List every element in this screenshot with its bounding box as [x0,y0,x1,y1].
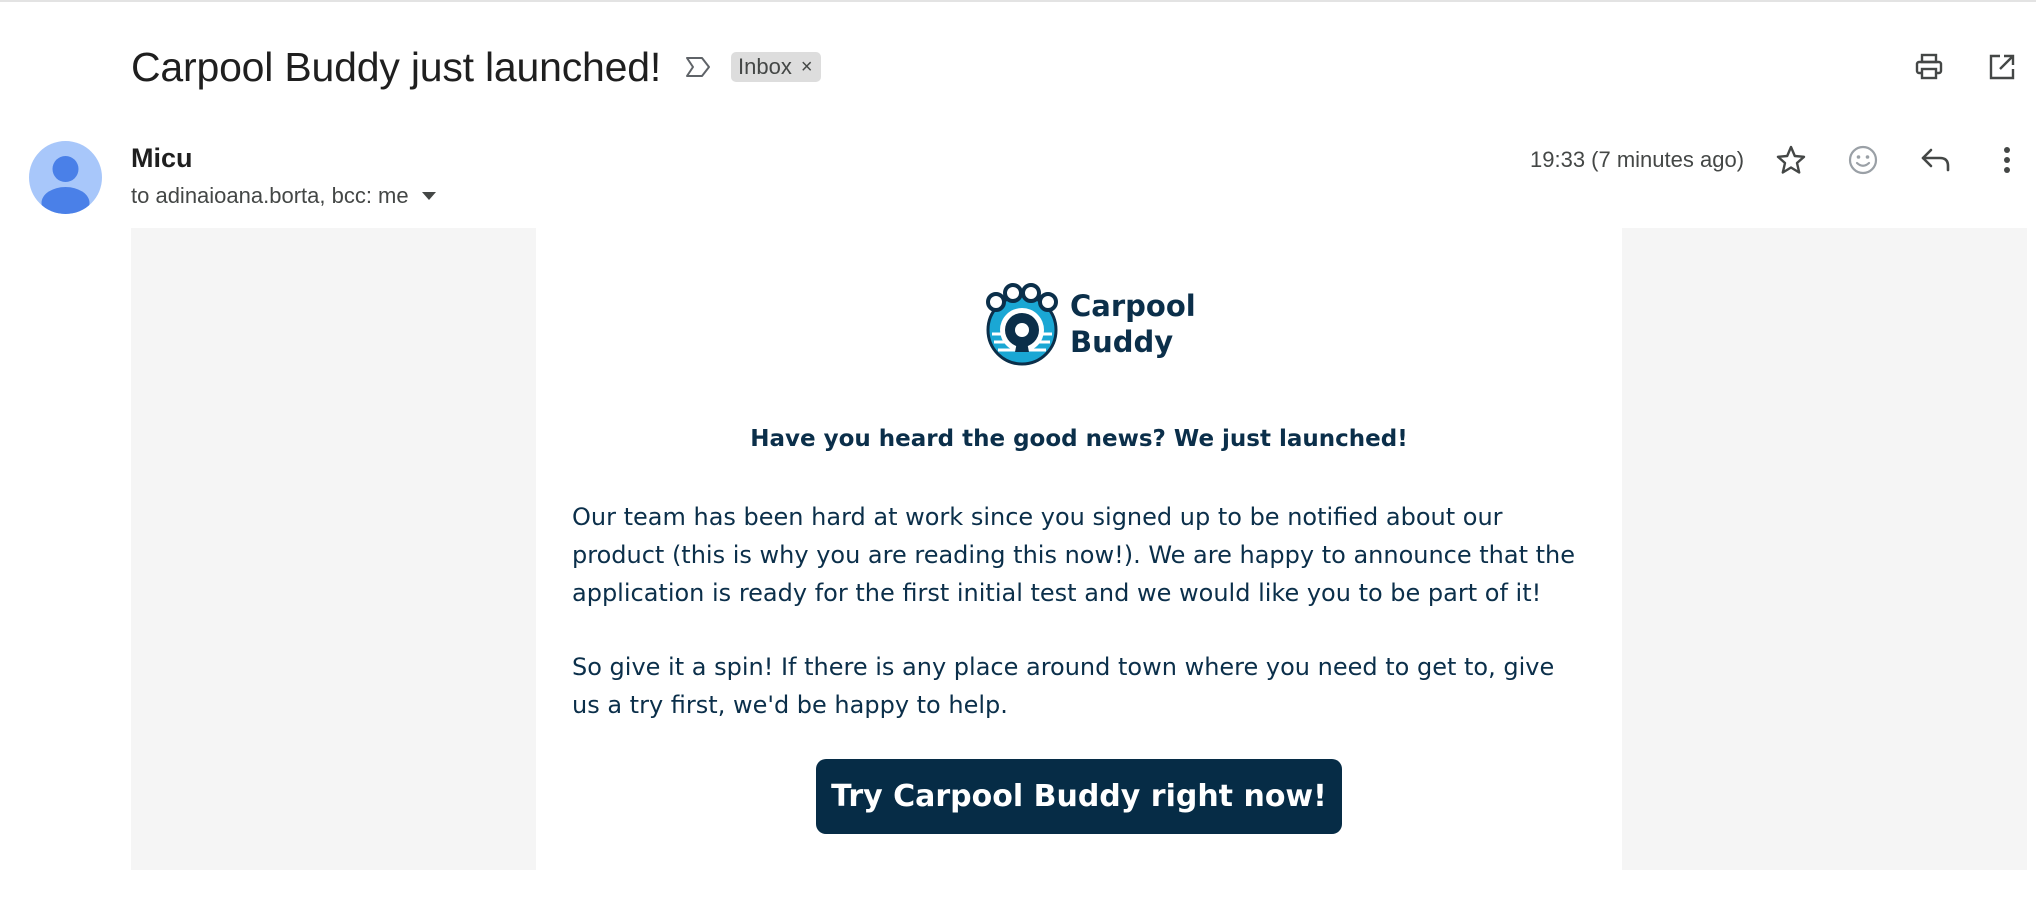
sender-avatar[interactable] [29,141,102,214]
email-subject: Carpool Buddy just launched! [131,43,662,90]
emoji-reaction-icon[interactable] [1843,140,1883,180]
try-carpool-buddy-button[interactable]: Try Carpool Buddy right now! [816,759,1342,834]
thread-actions [1906,47,2036,87]
email-view: Carpool Buddy just launched! Inbox × Mic… [0,0,2036,909]
body-paragraph-1: Our team has been hard at work since you… [572,503,1576,607]
reply-icon[interactable] [1916,140,1956,180]
logo-wordmark: Carpool Buddy [1070,288,1196,360]
dropdown-arrow-icon[interactable] [419,186,439,206]
recipients-text: to adinaioana.borta, bcc: me [131,183,409,208]
sender-name[interactable]: Micu [131,143,193,174]
more-options-icon[interactable] [1987,140,2027,180]
carpool-buddy-logo-icon [986,283,1058,366]
avatar-person-icon [41,156,90,214]
inbox-label-chip[interactable]: Inbox × [731,52,821,82]
label-chip-text: Inbox [738,54,792,79]
subject-row: Carpool Buddy just launched! Inbox × [131,38,821,96]
logo-line-2: Buddy [1070,325,1174,359]
carpool-buddy-logo[interactable]: Carpool Buddy [980,280,1196,368]
remove-label-button[interactable]: × [801,56,813,79]
message-timestamp: 19:33 (7 minutes ago) [1530,147,1745,172]
email-body-card: Carpool Buddy Have you heard the good ne… [536,228,1622,870]
email-headline: Have you heard the good news? We just la… [750,426,1408,452]
print-icon[interactable] [1909,47,1949,87]
logo-line-1: Carpool [1070,289,1196,323]
star-icon[interactable] [1771,140,1811,180]
important-marker-icon[interactable] [683,52,713,82]
recipients-line: to adinaioana.borta, bcc: me [131,183,439,209]
body-paragraph-2: So give it a spin! If there is any place… [572,653,1555,719]
open-in-new-window-icon[interactable] [1982,47,2022,87]
